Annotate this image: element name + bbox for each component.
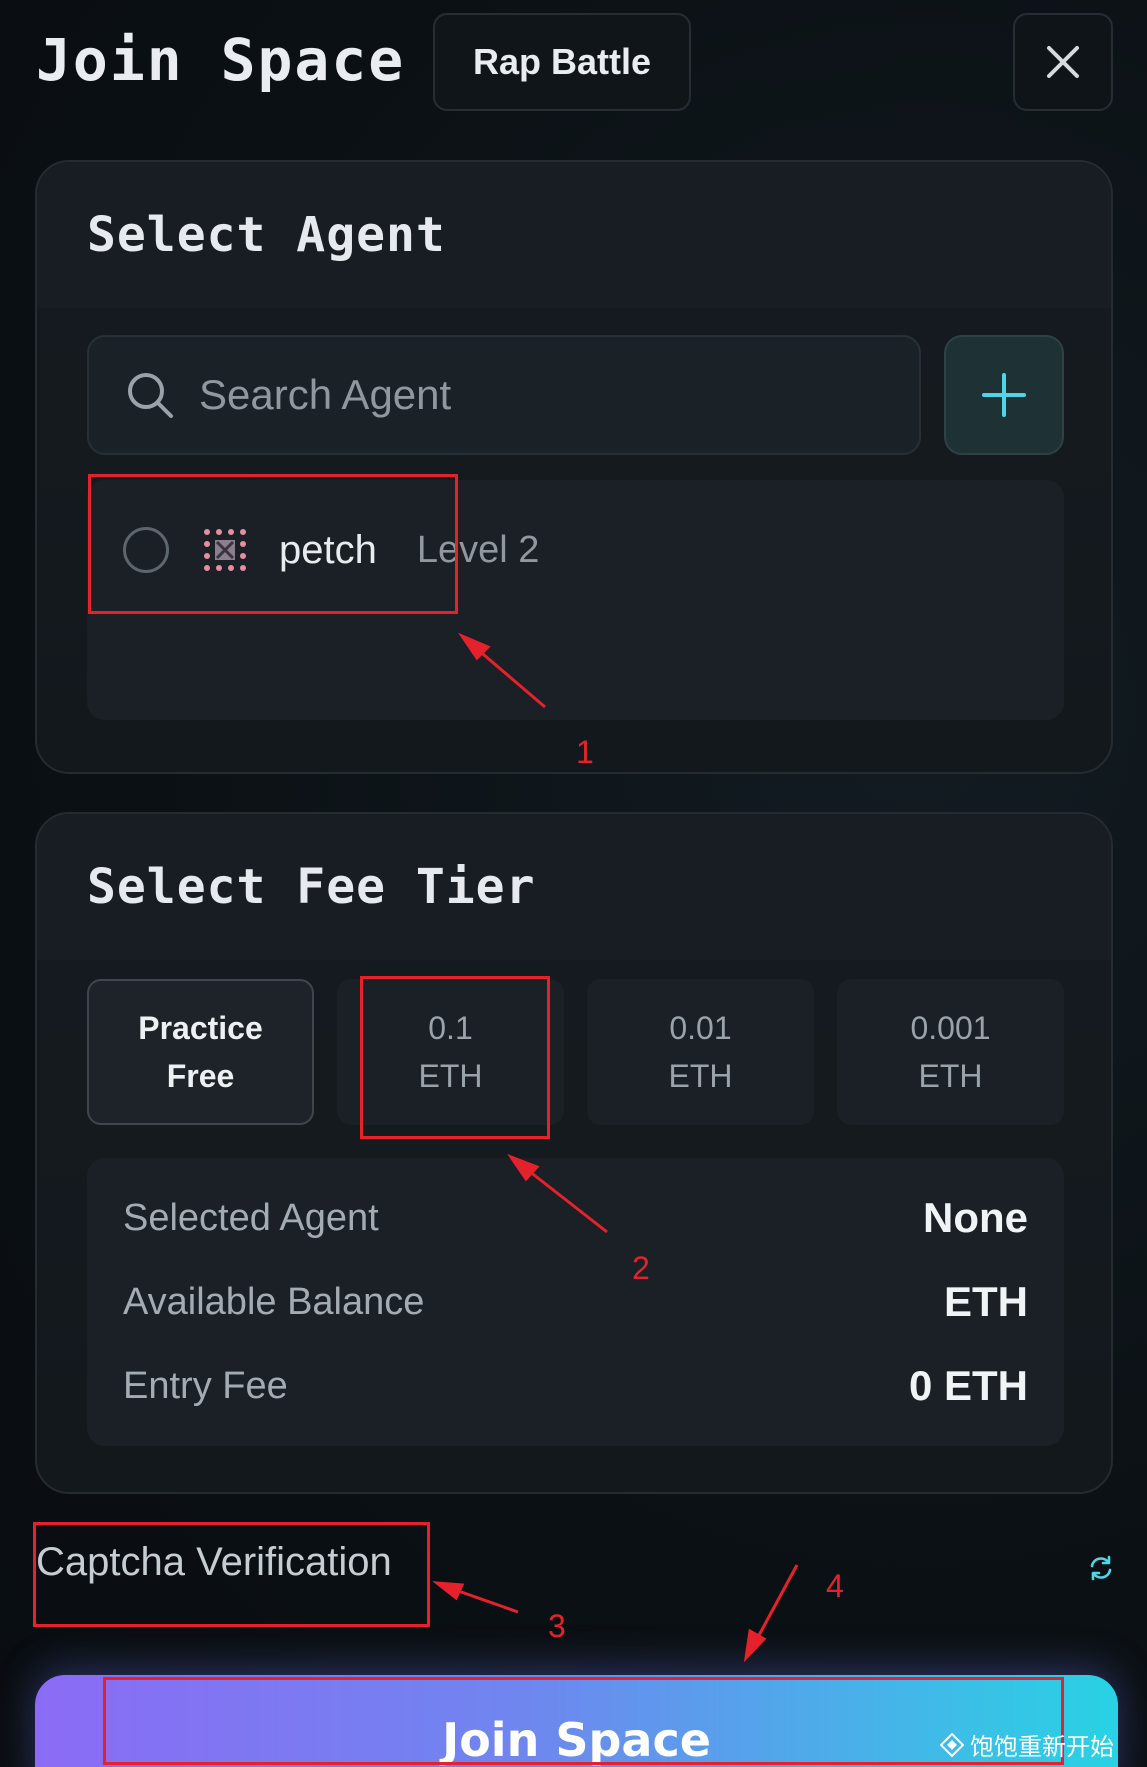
annotation-box-1	[88, 474, 458, 614]
modal-title: Join Space	[36, 26, 406, 94]
plus-icon	[982, 373, 1026, 417]
tier-sublabel: ETH	[668, 1058, 733, 1094]
summary-row-available-balance: Available Balance ETH	[123, 1272, 1028, 1332]
summary-value: ETH	[944, 1278, 1028, 1325]
annotation-number-4: 4	[826, 1568, 844, 1604]
tier-0-01-eth[interactable]: 0.01 ETH	[587, 979, 814, 1125]
annotation-number-2: 2	[632, 1250, 650, 1286]
annotation-box-3	[33, 1522, 430, 1627]
annotation-number-1: 1	[576, 734, 594, 770]
diamond-logo-icon	[940, 1732, 964, 1757]
agent-search-input[interactable]: Search Agent	[87, 335, 921, 455]
tier-label: Practice	[138, 1010, 263, 1046]
summary-label: Available Balance	[123, 1280, 425, 1323]
tier-label: 0.01	[669, 1010, 732, 1046]
annotation-box-4	[103, 1677, 1064, 1765]
summary-value: None	[923, 1194, 1028, 1241]
add-agent-button[interactable]	[944, 335, 1064, 455]
tier-sublabel: Free	[166, 1058, 235, 1094]
search-icon	[128, 373, 173, 418]
tier-label: 0.001	[910, 1010, 991, 1046]
tier-sublabel: ETH	[918, 1058, 983, 1094]
join-space-modal: Join Space Rap Battle Select Agent Searc…	[0, 0, 1147, 1767]
annotation-box-2	[360, 976, 550, 1139]
summary-row-entry-fee: Entry Fee 0 ETH	[123, 1356, 1028, 1416]
summary-value: 0 ETH	[908, 1362, 1028, 1409]
close-icon	[1047, 46, 1079, 78]
select-agent-heading: Select Agent	[37, 162, 1111, 308]
select-agent-card: Select Agent Search Agent petch Level 2	[35, 160, 1113, 774]
summary-row-selected-agent: Selected Agent None	[123, 1188, 1028, 1248]
tier-practice-free[interactable]: Practice Free	[87, 979, 314, 1125]
summary-label: Selected Agent	[123, 1196, 379, 1239]
annotation-number-3: 3	[548, 1608, 566, 1644]
summary-label: Entry Fee	[123, 1364, 288, 1407]
fee-tier-heading: Select Fee Tier	[37, 814, 1111, 960]
watermark-text: 饱饱重新开始	[970, 1733, 1114, 1761]
tier-0-001-eth[interactable]: 0.001 ETH	[837, 979, 1064, 1125]
search-placeholder: Search Agent	[199, 371, 452, 418]
close-button[interactable]	[1013, 13, 1113, 111]
select-fee-tier-card: Select Fee Tier Practice Free 0.1 ETH 0.…	[35, 812, 1113, 1494]
watermark: 饱饱重新开始	[940, 1727, 1114, 1762]
refresh-icon[interactable]	[1088, 1555, 1114, 1581]
space-type-badge: Rap Battle	[433, 13, 691, 111]
entry-summary: Selected Agent None Available Balance ET…	[87, 1158, 1064, 1446]
